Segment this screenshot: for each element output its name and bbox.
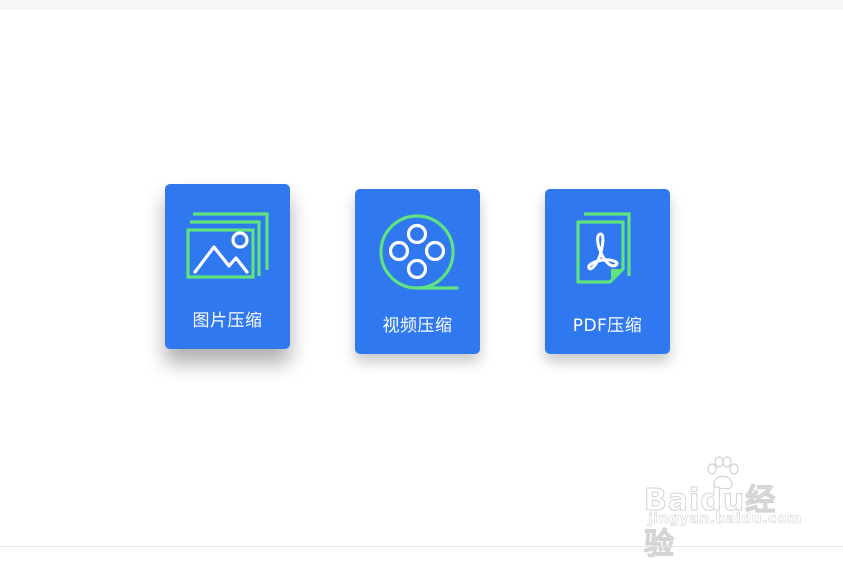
top-bar	[0, 0, 843, 10]
watermark-url: jingyan.baidu.com	[648, 511, 803, 528]
video-compress-card[interactable]: 视频压缩	[355, 189, 480, 354]
card-label: 图片压缩	[192, 311, 263, 331]
card-label: PDF压缩	[572, 316, 643, 336]
film-reel-icon	[355, 189, 480, 304]
bottom-divider	[0, 546, 843, 547]
image-compress-card[interactable]: 图片压缩	[165, 184, 290, 349]
baidu-jingyan-watermark: Baidu经验 jingyan.baidu.com	[644, 455, 804, 563]
pdf-compress-card[interactable]: PDF压缩	[545, 189, 670, 354]
card-label: 视频压缩	[382, 316, 453, 336]
pdf-file-icon	[545, 189, 670, 304]
image-icon	[165, 184, 290, 299]
